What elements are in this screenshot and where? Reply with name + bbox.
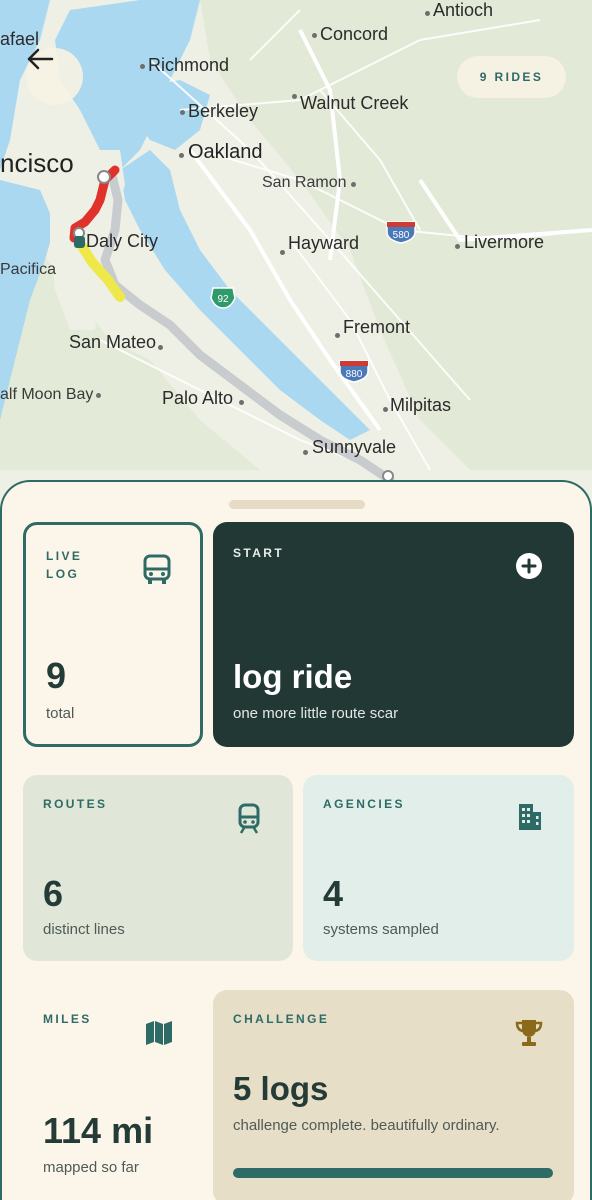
map-label-pacifica: Pacifica [0, 261, 57, 278]
map-label-san-francisco: ncisco [0, 148, 74, 178]
map-label-hayward: Hayward [288, 233, 360, 253]
agencies-card[interactable]: AGENCIES 4 systems sampled [303, 775, 574, 961]
route-map[interactable]: Antioch afael Concord Richmond Berkeley … [0, 0, 592, 520]
arrow-left-icon [27, 48, 54, 70]
challenge-progress-bar [233, 1168, 553, 1178]
agencies-label: AGENCIES [323, 797, 405, 811]
map-label-daly-city: Daly City [86, 231, 159, 251]
log-ride-title: log ride [233, 658, 353, 695]
miles-card[interactable]: MILES 114 mi mapped so far [23, 990, 203, 1200]
map-label-livermore: Livermore [464, 232, 545, 252]
map-label-antioch: Antioch [433, 0, 494, 20]
map-label-half-moon-bay: alf Moon Bay [0, 386, 94, 403]
map-label-palo-alto: Palo Alto [162, 388, 234, 408]
challenge-progress-fill [233, 1168, 553, 1178]
challenge-card[interactable]: CHALLENGE 5 logs challenge complete. bea… [213, 990, 574, 1200]
start-label: START [233, 546, 285, 560]
svg-text:880: 880 [346, 369, 363, 380]
routes-count: 6 [43, 873, 64, 914]
map-label-berkeley: Berkeley [188, 101, 259, 121]
live-log-card[interactable]: LIVE LOG 9 total [23, 522, 203, 747]
agencies-count: 4 [323, 873, 344, 914]
map-label-richmond: Richmond [148, 55, 230, 75]
trophy-icon [515, 1020, 543, 1046]
routes-label: ROUTES [43, 797, 108, 811]
miles-total: 114 mi [43, 1110, 154, 1151]
sheet-drag-handle[interactable] [229, 500, 365, 509]
map-label-san-ramon: San Ramon [262, 174, 347, 191]
rides-count-badge[interactable]: 9 RIDES [457, 56, 566, 98]
map-label-walnut-creek: Walnut Creek [300, 93, 409, 113]
map-label-oakland: Oakland [188, 141, 263, 163]
agencies-caption: systems sampled [323, 921, 439, 938]
map-label-sunnyvale: Sunnyvale [312, 437, 397, 457]
live-log-label: LIVE LOG [46, 549, 83, 581]
interstate-880-shield: 880 [339, 360, 369, 383]
live-log-caption: total [46, 705, 75, 722]
map-label-concord: Concord [320, 24, 389, 44]
miles-label: MILES [43, 1012, 92, 1026]
bus-icon [143, 554, 171, 584]
map-label-san-rafael: afael [0, 29, 40, 49]
map-label-milpitas: Milpitas [390, 395, 452, 415]
log-ride-caption: one more little route scar [233, 705, 399, 722]
svg-text:580: 580 [393, 230, 410, 241]
routes-card[interactable]: ROUTES 6 distinct lines [23, 775, 293, 961]
plus-circle-icon [516, 553, 542, 579]
stats-sheet: LIVE LOG 9 total START log ride one more… [0, 480, 592, 1200]
miles-caption: mapped so far [43, 1159, 139, 1176]
challenge-caption: challenge complete. beautifully ordinary… [233, 1117, 500, 1134]
log-ride-button[interactable]: START log ride one more little route sca… [213, 522, 574, 747]
train-icon [238, 803, 260, 834]
map-icon [146, 1021, 172, 1045]
back-button[interactable] [26, 48, 83, 105]
interstate-580-shield: 580 [386, 221, 416, 244]
challenge-title: 5 logs [233, 1070, 329, 1107]
routes-caption: distinct lines [43, 921, 125, 938]
building-icon [519, 804, 541, 830]
map-label-fremont: Fremont [343, 317, 411, 337]
challenge-label: CHALLENGE [233, 1012, 330, 1026]
live-log-count: 9 [46, 655, 67, 696]
svg-text:92: 92 [217, 294, 229, 305]
map-label-san-mateo: San Mateo [69, 332, 157, 352]
route-92-shield: 92 [210, 287, 236, 309]
